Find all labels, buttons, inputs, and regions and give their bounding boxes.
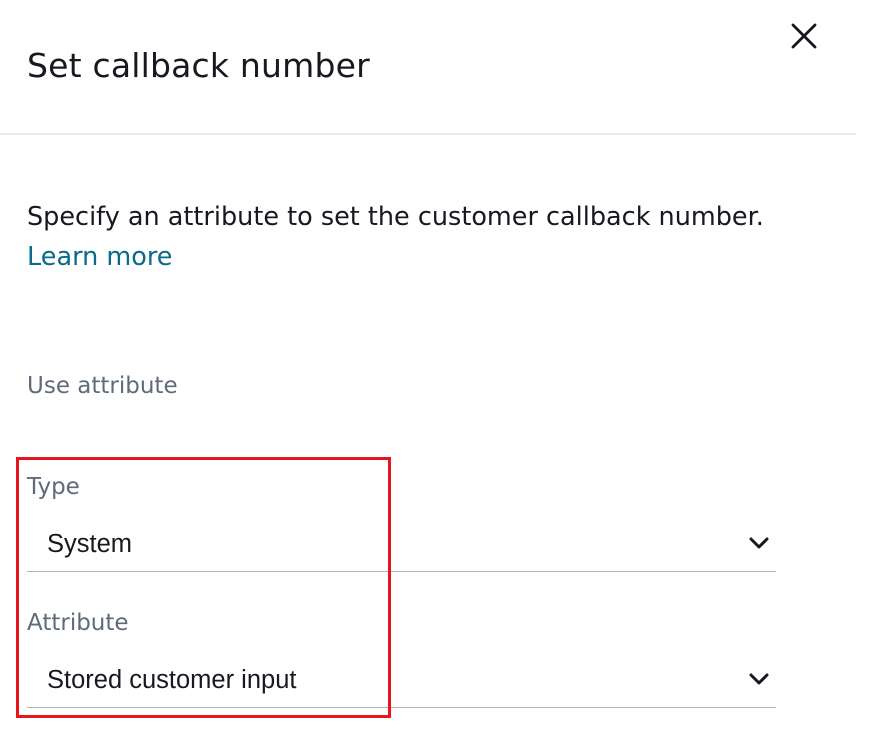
type-select-value: System [47, 530, 133, 558]
set-callback-number-panel: Set callback number Specify an attribute… [0, 0, 870, 748]
attribute-select-value: Stored customer input [47, 666, 297, 694]
description-text: Specify an attribute to set the customer… [27, 202, 764, 232]
type-label: Type [27, 474, 80, 500]
close-button[interactable] [786, 18, 822, 54]
learn-more-link[interactable]: Learn more [27, 237, 172, 277]
close-icon [786, 18, 822, 54]
chevron-down-icon [748, 670, 770, 688]
attribute-select[interactable]: Stored customer input [27, 652, 776, 708]
attribute-label: Attribute [27, 610, 129, 636]
chevron-down-icon [748, 534, 770, 552]
use-attribute-label: Use attribute [27, 373, 178, 399]
header-divider [0, 133, 856, 135]
description-block: Specify an attribute to set the customer… [27, 197, 827, 277]
panel-title: Set callback number [27, 46, 370, 85]
type-select[interactable]: System [27, 516, 776, 572]
